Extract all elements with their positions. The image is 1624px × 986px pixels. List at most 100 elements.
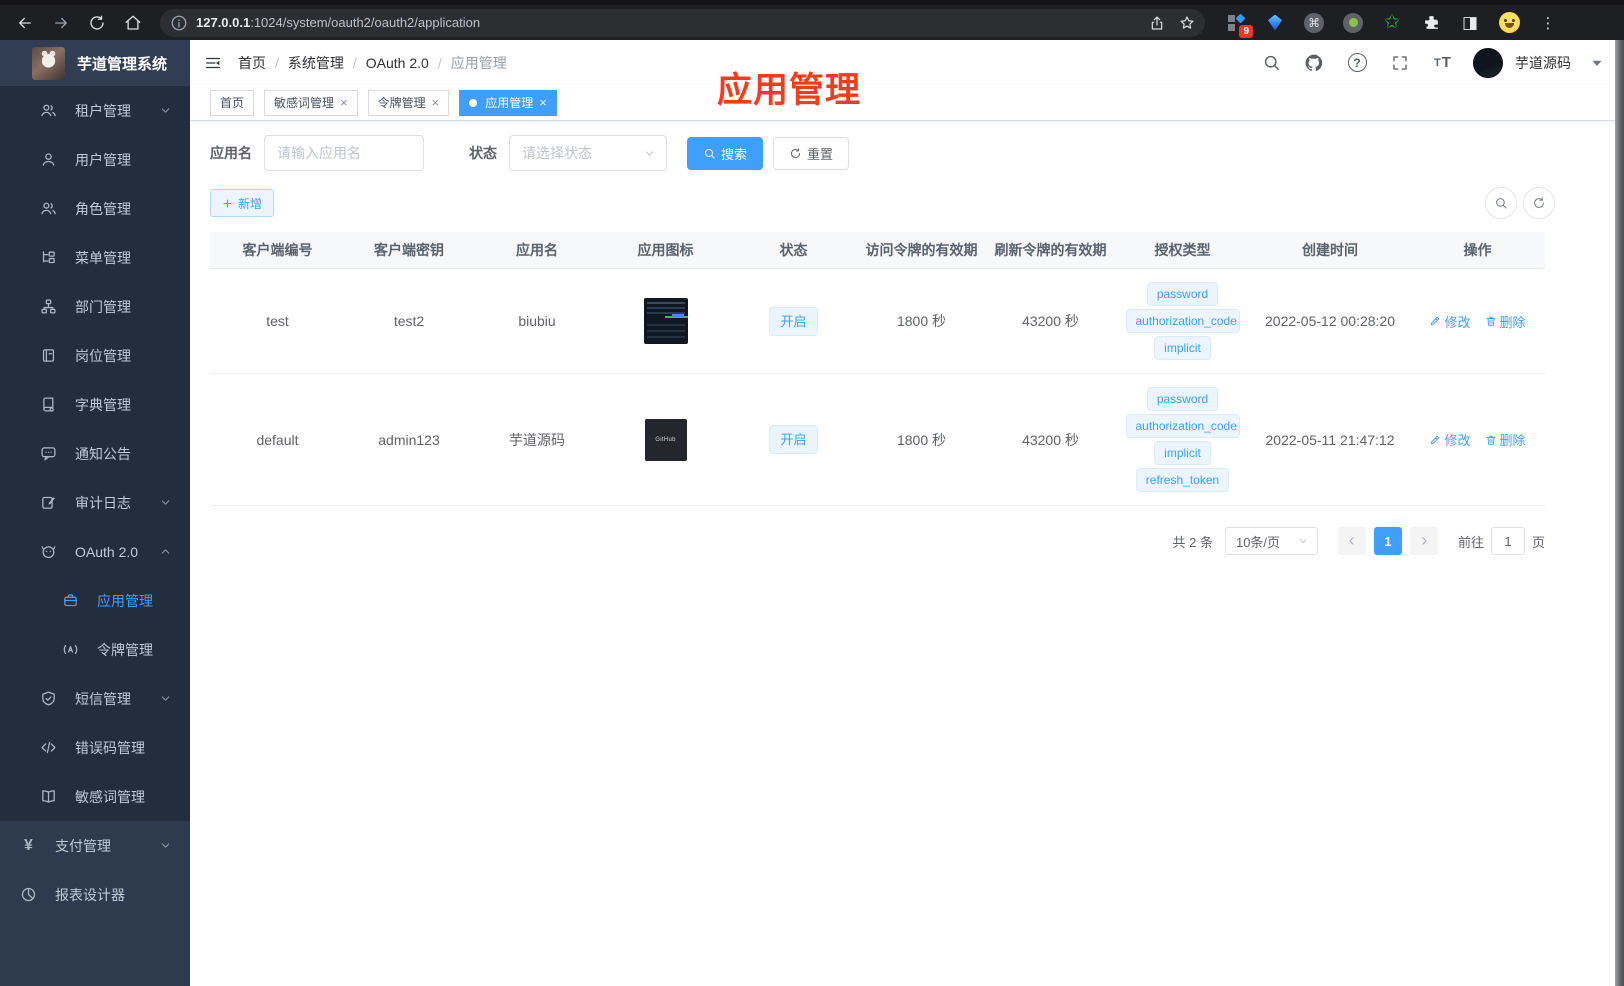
font-size-icon[interactable]: TT xyxy=(1430,50,1456,76)
sidebar-item-dept[interactable]: 部门管理 xyxy=(0,282,190,331)
breadcrumb-oauth2[interactable]: OAuth 2.0 xyxy=(366,55,429,71)
goto-label: 前往 xyxy=(1457,534,1484,550)
sidebar-item-menu[interactable]: 菜单管理 xyxy=(0,233,190,282)
sidebar-item-label: OAuth 2.0 xyxy=(75,543,139,560)
cell-created: 2022-05-11 21:47:12 xyxy=(1265,431,1395,448)
search-icon[interactable] xyxy=(1258,50,1284,76)
cell-access-ttl: 1800 秒 xyxy=(896,431,947,448)
status-select[interactable]: 请选择状态 xyxy=(509,135,667,171)
sidebar-item-payment[interactable]: ¥ 支付管理 xyxy=(0,821,190,870)
robot-icon xyxy=(40,543,57,560)
star-bookmark-icon[interactable] xyxy=(1179,15,1195,31)
breadcrumb-system[interactable]: 系统管理 xyxy=(288,53,344,73)
url-text[interactable]: 127.0.0.1:1024/system/oauth2/oauth2/appl… xyxy=(196,15,1141,30)
green-star-extension-icon[interactable]: ✩ xyxy=(1381,12,1403,34)
app-logo[interactable]: 芋道管理系统 xyxy=(0,40,190,86)
breadcrumb-home[interactable]: 首页 xyxy=(238,53,266,73)
sidebar-item-tenant[interactable]: 租户管理 xyxy=(0,86,190,135)
url-bar[interactable]: 127.0.0.1:1024/system/oauth2/oauth2/appl… xyxy=(160,8,1205,37)
gem-extension-icon[interactable] xyxy=(1264,12,1286,34)
pen-icon xyxy=(1429,315,1441,327)
collapse-sidebar-icon[interactable] xyxy=(204,54,222,72)
forward-icon[interactable] xyxy=(46,8,76,38)
sidebar-item-label: 错误码管理 xyxy=(75,739,145,756)
sidebar-item-sms[interactable]: 短信管理 xyxy=(0,674,190,723)
reset-button[interactable]: 重置 xyxy=(773,136,850,170)
fullscreen-icon[interactable] xyxy=(1387,50,1413,76)
tab-sensitive-word[interactable]: 敏感词管理 × xyxy=(264,89,358,116)
goto-page-input[interactable] xyxy=(1490,527,1525,555)
sidebar-item-notice[interactable]: 通知公告 xyxy=(0,429,190,478)
delete-link[interactable]: 删除 xyxy=(1485,430,1526,449)
toggle-search-button[interactable] xyxy=(1485,187,1517,219)
sidebar-item-label: 角色管理 xyxy=(75,200,131,217)
app-title: 芋道管理系统 xyxy=(77,55,168,73)
report-icon xyxy=(20,886,37,903)
page-number-current[interactable]: 1 xyxy=(1373,527,1402,555)
page-size-select[interactable]: 10条/页 xyxy=(1224,527,1318,555)
prev-page-button[interactable] xyxy=(1337,527,1366,555)
info-icon[interactable] xyxy=(170,14,188,32)
sidebar-item-errorcode[interactable]: 错误码管理 xyxy=(0,723,190,772)
sidebar-item-token[interactable]: 令牌管理 xyxy=(0,625,190,674)
username[interactable]: 芋道源码 xyxy=(1515,53,1571,73)
sidebar-item-audit-log[interactable]: 审计日志 xyxy=(0,478,190,527)
pen-icon xyxy=(1429,434,1441,446)
split-view-icon[interactable]: ◨ xyxy=(1459,12,1481,34)
sidebar-item-dict[interactable]: 字典管理 xyxy=(0,380,190,429)
goto-suffix: 页 xyxy=(1531,534,1545,550)
caret-down-icon[interactable] xyxy=(1588,54,1606,72)
tab-token[interactable]: 令牌管理 × xyxy=(367,89,450,116)
search-button[interactable]: 搜索 xyxy=(687,136,764,170)
sidebar-item-post[interactable]: 岗位管理 xyxy=(0,331,190,380)
puzzle-extensions-icon[interactable] xyxy=(1420,12,1442,34)
record-extension-icon[interactable] xyxy=(1342,12,1364,34)
chevron-down-icon xyxy=(159,839,172,852)
cell-refresh-ttl: 43200 秒 xyxy=(1022,313,1079,329)
trash-icon xyxy=(1485,315,1497,327)
reload-icon[interactable] xyxy=(82,8,112,38)
grant-type-tags: password authorization_code implicit ref… xyxy=(1115,374,1250,505)
refresh-table-button[interactable] xyxy=(1523,187,1555,219)
magnifier-icon xyxy=(1494,196,1508,210)
blocks-extension-icon[interactable]: 9 xyxy=(1225,12,1253,38)
command-extension-icon[interactable]: ⌘ xyxy=(1303,12,1325,34)
sidebar-item-oauth2[interactable]: OAuth 2.0 xyxy=(0,527,190,576)
help-icon[interactable]: ? xyxy=(1344,50,1370,76)
grant-type-tag: authorization_code xyxy=(1125,309,1240,333)
sidebar-item-label: 菜单管理 xyxy=(75,249,131,266)
add-button[interactable]: 新增 xyxy=(210,189,275,217)
sidebar-item-role[interactable]: 角色管理 xyxy=(0,184,190,233)
cell-refresh-ttl: 43200 秒 xyxy=(1022,431,1079,448)
edit-link[interactable]: 修改 xyxy=(1429,430,1471,449)
back-icon[interactable] xyxy=(10,8,40,38)
sidebar-item-report-designer[interactable]: 报表设计器 xyxy=(0,870,190,919)
user-icon xyxy=(40,151,57,168)
close-icon[interactable]: × xyxy=(432,96,440,109)
close-icon[interactable]: × xyxy=(340,96,348,109)
system-submenu-region: 租户管理 用户管理 角色管理 菜单管理 部门管理 岗位管理 字典管理 通知公告 … xyxy=(0,86,190,821)
kebab-menu-icon[interactable]: ⋮ xyxy=(1537,12,1559,34)
avatar[interactable] xyxy=(1473,47,1503,78)
delete-link[interactable]: 删除 xyxy=(1485,312,1526,331)
tab-application[interactable]: 应用管理 × xyxy=(459,89,557,116)
app-name-input[interactable] xyxy=(264,135,424,171)
sidebar-item-user[interactable]: 用户管理 xyxy=(0,135,190,184)
home-icon[interactable] xyxy=(118,8,148,38)
window-scrollbar[interactable] xyxy=(1615,40,1624,986)
next-page-button[interactable] xyxy=(1409,527,1438,555)
tab-home[interactable]: 首页 xyxy=(210,89,255,116)
close-icon[interactable]: × xyxy=(539,96,547,109)
audit-log-icon xyxy=(40,494,57,511)
sidebar-item-application[interactable]: 应用管理 xyxy=(0,576,190,625)
tab-label: 应用管理 xyxy=(485,96,534,110)
token-icon xyxy=(62,641,79,658)
grant-type-tag: refresh_token xyxy=(1135,468,1230,492)
github-icon[interactable] xyxy=(1301,50,1327,76)
edit-link[interactable]: 修改 xyxy=(1429,312,1471,331)
table-toolbar: 新增 xyxy=(210,187,1555,219)
share-icon[interactable] xyxy=(1149,15,1165,31)
code-icon xyxy=(40,739,57,756)
sidebar-item-sensitive-word[interactable]: 敏感词管理 xyxy=(0,772,190,821)
profile-avatar-icon[interactable] xyxy=(1498,12,1520,34)
